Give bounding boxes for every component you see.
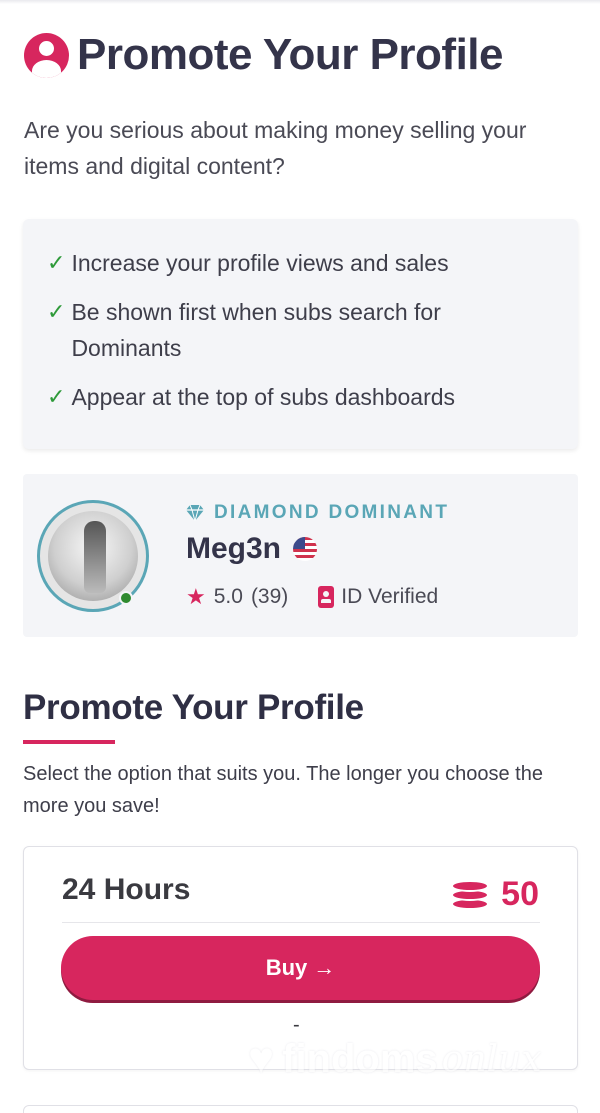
buy-button[interactable]: Buy → xyxy=(61,936,540,1000)
page-header: Promote Your Profile xyxy=(24,30,504,80)
benefit-text: Appear at the top of subs dashboards xyxy=(71,384,456,410)
tier-badge: DIAMOND DOMINANT xyxy=(186,502,449,524)
watermark-brand: findoms xyxy=(282,1036,438,1081)
section-title: Promote Your Profile xyxy=(23,688,364,727)
benefit-item: ✓ Appear at the top of subs dashboards xyxy=(47,379,554,415)
option-price: 50 xyxy=(451,875,539,914)
profile-preview-card[interactable]: DIAMOND DOMINANT Meg3n ★ 5.0 (39) ID Ver… xyxy=(23,474,578,637)
intro-text: Are you serious about making money selli… xyxy=(24,117,527,179)
profile-meta: ★ 5.0 (39) ID Verified xyxy=(186,584,438,610)
price-value: 50 xyxy=(501,875,539,913)
buy-label[interactable]: Buy xyxy=(266,955,308,981)
page-title: Promote Your Profile xyxy=(77,30,504,79)
online-status-dot xyxy=(119,591,133,605)
watermark: ♥ findoms onlux xyxy=(248,1034,542,1084)
heart-icon: ♥ xyxy=(248,1034,275,1083)
arrow-right-icon[interactable]: → xyxy=(313,955,335,981)
review-count: (39) xyxy=(250,585,289,608)
coins-icon xyxy=(451,876,493,914)
us-flag-icon xyxy=(293,537,318,561)
username-text[interactable]: Meg3n xyxy=(186,532,281,566)
check-icon: ✓ xyxy=(47,250,66,275)
diamond-icon xyxy=(186,505,204,521)
id-card-icon xyxy=(318,586,335,608)
check-icon: ✓ xyxy=(47,384,66,409)
benefit-text: Be shown first when subs search for Domi… xyxy=(71,299,441,361)
benefits-panel: ✓ Increase your profile views and sales … xyxy=(23,219,578,449)
next-option-card xyxy=(23,1105,578,1113)
watermark-suffix: onlux xyxy=(441,1038,542,1080)
option-duration: 24 Hours xyxy=(62,873,191,906)
section-underline xyxy=(23,740,115,744)
tier-label: DIAMOND DOMINANT xyxy=(214,502,450,523)
option-divider xyxy=(62,922,540,923)
section-subtitle: Select the option that suits you. The lo… xyxy=(23,763,543,817)
user-circle-icon xyxy=(24,32,69,78)
top-edge xyxy=(0,0,600,4)
star-icon: ★ xyxy=(186,584,206,609)
verified-label: ID Verified xyxy=(341,585,439,608)
rating-value: 5.0 xyxy=(213,585,243,608)
benefit-item: ✓ Increase your profile views and sales xyxy=(47,245,554,281)
check-icon: ✓ xyxy=(47,299,66,324)
benefit-text: Increase your profile views and sales xyxy=(71,250,449,276)
username[interactable]: Meg3n xyxy=(186,532,318,566)
benefit-item: ✓ Be shown first when subs search for Do… xyxy=(47,294,554,366)
